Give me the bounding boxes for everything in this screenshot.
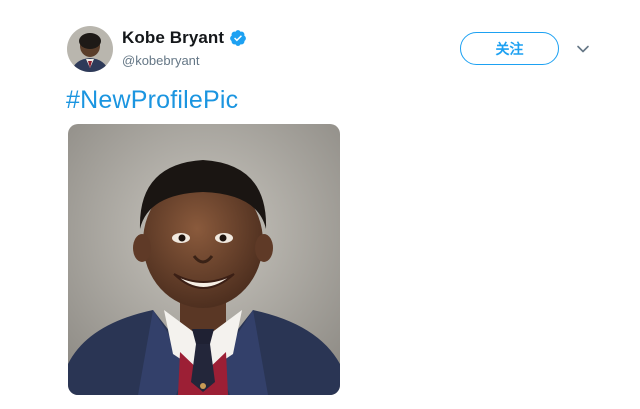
follow-button[interactable]: 关注 — [460, 32, 559, 65]
avatar-photo-icon — [67, 26, 113, 72]
author-name-row: Kobe Bryant — [122, 28, 247, 48]
school-portrait-photo-icon — [68, 124, 340, 395]
author-handle[interactable]: @kobebryant — [122, 53, 200, 68]
author-display-name[interactable]: Kobe Bryant — [122, 28, 224, 48]
verified-badge-icon — [229, 29, 247, 47]
avatar[interactable] — [67, 26, 113, 72]
tweet-media-photo[interactable] — [68, 124, 340, 395]
tweet-card: Kobe Bryant @kobebryant 关注 #NewProfilePi… — [0, 0, 640, 409]
tweet-text-hashtag[interactable]: #NewProfilePic — [66, 86, 238, 115]
chevron-down-icon[interactable] — [574, 40, 592, 58]
